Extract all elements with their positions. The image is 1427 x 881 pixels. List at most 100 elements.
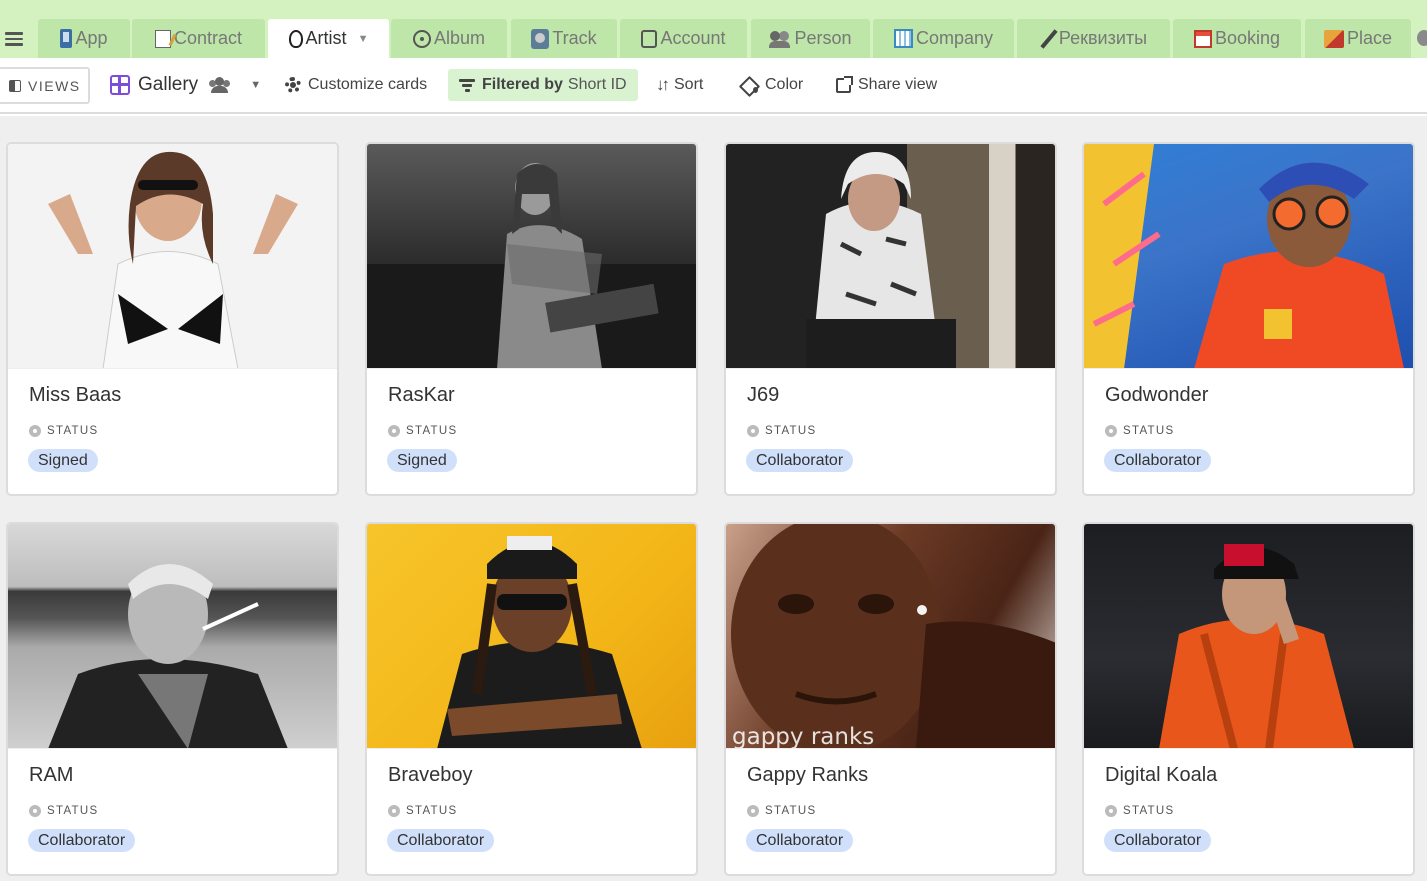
status-field-label: STATUS: [1105, 425, 1174, 437]
gallery-grid: Miss Baas STATUS Signed RasKar STATUS Si…: [0, 116, 1427, 881]
paint-bucket-icon: [741, 77, 758, 93]
status-label-text: STATUS: [765, 805, 817, 817]
customize-cards-button[interactable]: Customize cards: [285, 68, 427, 102]
card-title: Braveboy: [388, 764, 473, 786]
single-select-icon: [747, 805, 759, 817]
microphone-icon: [288, 29, 303, 48]
status-badge: Collaborator: [1104, 829, 1212, 852]
artist-photo: [367, 144, 696, 369]
card-title: Gappy Ranks: [747, 764, 869, 786]
status-field-label: STATUS: [747, 805, 816, 817]
sort-icon: ↓↑: [656, 75, 670, 94]
status-field-label: STATUS: [747, 425, 816, 437]
scroll-tabs-icon[interactable]: [1417, 30, 1427, 46]
single-select-icon: [1105, 425, 1117, 437]
photo-watermark: gappy ranks: [732, 724, 875, 749]
single-select-icon: [747, 425, 759, 437]
tab-label: Person: [794, 28, 852, 48]
filter-button[interactable]: Filtered by Short ID: [448, 69, 638, 101]
status-label-text: STATUS: [1123, 805, 1175, 817]
card-title: Godwonder: [1105, 384, 1209, 406]
artist-photo: [8, 524, 337, 749]
record-card[interactable]: Godwonder STATUS Collaborator: [1082, 142, 1415, 496]
card-title: J69: [747, 384, 780, 406]
gear-icon: [285, 77, 301, 93]
share-view-button[interactable]: Share view: [836, 68, 937, 102]
tab-person[interactable]: Person: [751, 19, 870, 58]
status-label-text: STATUS: [765, 425, 817, 437]
chevron-down-icon[interactable]: ▼: [358, 33, 369, 45]
status-field-label: STATUS: [388, 425, 457, 437]
person-icon: [769, 29, 791, 49]
record-card[interactable]: gappy ranks Gappy Ranks STATUS Collabora…: [724, 522, 1057, 876]
card-title: RasKar: [388, 384, 455, 406]
status-label-text: STATUS: [47, 805, 99, 817]
card-title: Miss Baas: [29, 384, 122, 406]
status-badge: Signed: [28, 449, 98, 472]
view-switcher[interactable]: Gallery ▼: [110, 68, 261, 102]
chevron-down-icon: ▼: [250, 79, 262, 91]
tab-requisites[interactable]: Реквизиты: [1017, 19, 1170, 58]
sort-button[interactable]: ↓↑ Sort: [656, 68, 703, 102]
place-icon: [1323, 29, 1344, 48]
record-card[interactable]: RasKar STATUS Signed: [365, 142, 698, 496]
record-card[interactable]: RAM STATUS Collaborator: [6, 522, 339, 876]
status-badge: Collaborator: [387, 829, 495, 852]
record-card[interactable]: J69 STATUS Collaborator: [724, 142, 1057, 496]
artist-photo: [1084, 144, 1413, 369]
status-label-text: STATUS: [1123, 425, 1175, 437]
status-label-text: STATUS: [406, 425, 458, 437]
status-field-label: STATUS: [29, 425, 98, 437]
gallery-grid-icon: [110, 75, 130, 95]
tab-label: App: [75, 28, 108, 48]
tab-album[interactable]: Album: [391, 19, 507, 58]
status-badge: Collaborator: [746, 829, 854, 852]
tab-booking[interactable]: Booking: [1173, 19, 1301, 58]
tab-label: Artist: [305, 28, 347, 48]
record-card[interactable]: Braveboy STATUS Collaborator: [365, 522, 698, 876]
account-icon: [641, 29, 658, 48]
single-select-icon: [1105, 805, 1117, 817]
app-icon: [60, 29, 73, 48]
filter-field: Short ID: [567, 76, 627, 93]
tab-label: Booking: [1214, 28, 1281, 48]
artist-photo: [1084, 524, 1413, 749]
filter-icon: [459, 79, 475, 92]
customize-label: Customize cards: [308, 76, 428, 93]
card-title: RAM: [29, 764, 74, 786]
single-select-icon: [29, 805, 41, 817]
artist-photo: [367, 524, 696, 749]
tab-label: Place: [1346, 28, 1393, 48]
status-field-label: STATUS: [29, 805, 98, 817]
single-select-icon: [29, 425, 41, 437]
artist-photo: [8, 144, 337, 369]
tab-label: Contract: [173, 28, 243, 48]
sidebar-toggle-icon: [9, 79, 21, 92]
record-card[interactable]: Miss Baas STATUS Signed: [6, 142, 339, 496]
tab-company[interactable]: Company: [873, 19, 1014, 58]
tab-label: Company: [915, 28, 994, 48]
tab-place[interactable]: Place: [1305, 19, 1411, 58]
status-badge: Collaborator: [1104, 449, 1212, 472]
tab-track[interactable]: Track: [511, 19, 617, 58]
tab-contract[interactable]: Contract: [132, 19, 265, 58]
menu-icon[interactable]: [4, 30, 24, 48]
tab-label: Реквизиты: [1058, 28, 1148, 48]
share-label: Share view: [858, 76, 938, 93]
pen-icon: [1040, 29, 1056, 49]
status-badge: Signed: [387, 449, 457, 472]
collaborative-view-icon: [208, 77, 232, 93]
tab-account[interactable]: Account: [620, 19, 747, 58]
card-title: Digital Koala: [1105, 764, 1218, 786]
album-icon: [412, 29, 431, 48]
color-button[interactable]: Color: [741, 68, 803, 102]
record-card[interactable]: Digital Koala STATUS Collaborator: [1082, 522, 1415, 876]
tab-app[interactable]: App: [38, 19, 130, 58]
share-icon: [836, 75, 853, 93]
tab-label: Track: [552, 28, 597, 48]
sort-label: Sort: [674, 76, 704, 93]
status-badge: Collaborator: [746, 449, 854, 472]
tab-artist[interactable]: Artist ▼: [268, 19, 389, 58]
views-button[interactable]: VIEWS: [0, 67, 90, 104]
status-field-label: STATUS: [388, 805, 457, 817]
